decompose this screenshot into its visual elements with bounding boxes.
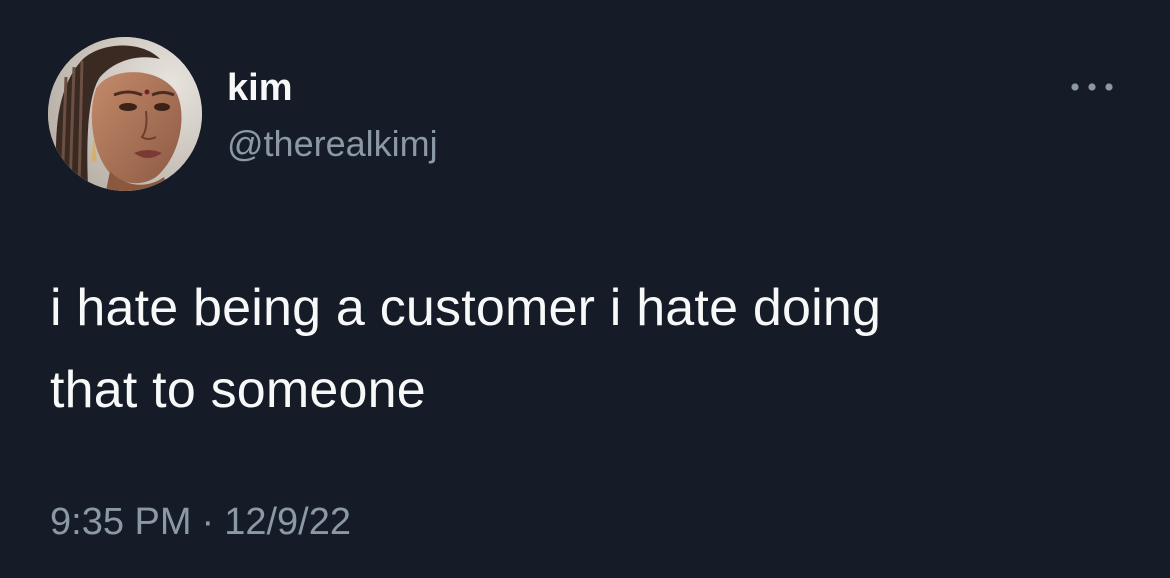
author-display-name[interactable]: kim: [227, 66, 292, 110]
tweet-time[interactable]: 9:35 PM: [50, 497, 192, 547]
author-handle[interactable]: @therealkimj: [227, 122, 438, 166]
tweet-text-line-1: i hate being a customer i hate doing: [50, 279, 882, 337]
more-horizontal-icon: [1071, 83, 1113, 91]
tweet-date[interactable]: 12/9/22: [224, 497, 351, 547]
timestamp-separator: ·: [201, 501, 215, 543]
tweet-card: kim @therealkimj i hate being a customer…: [0, 0, 1170, 578]
tweet-timestamp[interactable]: 9:35 PM · 12/9/22: [50, 497, 351, 547]
tweet-text-line-2: that to someone: [50, 361, 426, 419]
profile-photo: [48, 37, 202, 191]
tweet-text: i hate being a customer i hate doing tha…: [50, 267, 1130, 431]
avatar[interactable]: [48, 37, 202, 191]
more-options-button[interactable]: [1064, 72, 1120, 102]
